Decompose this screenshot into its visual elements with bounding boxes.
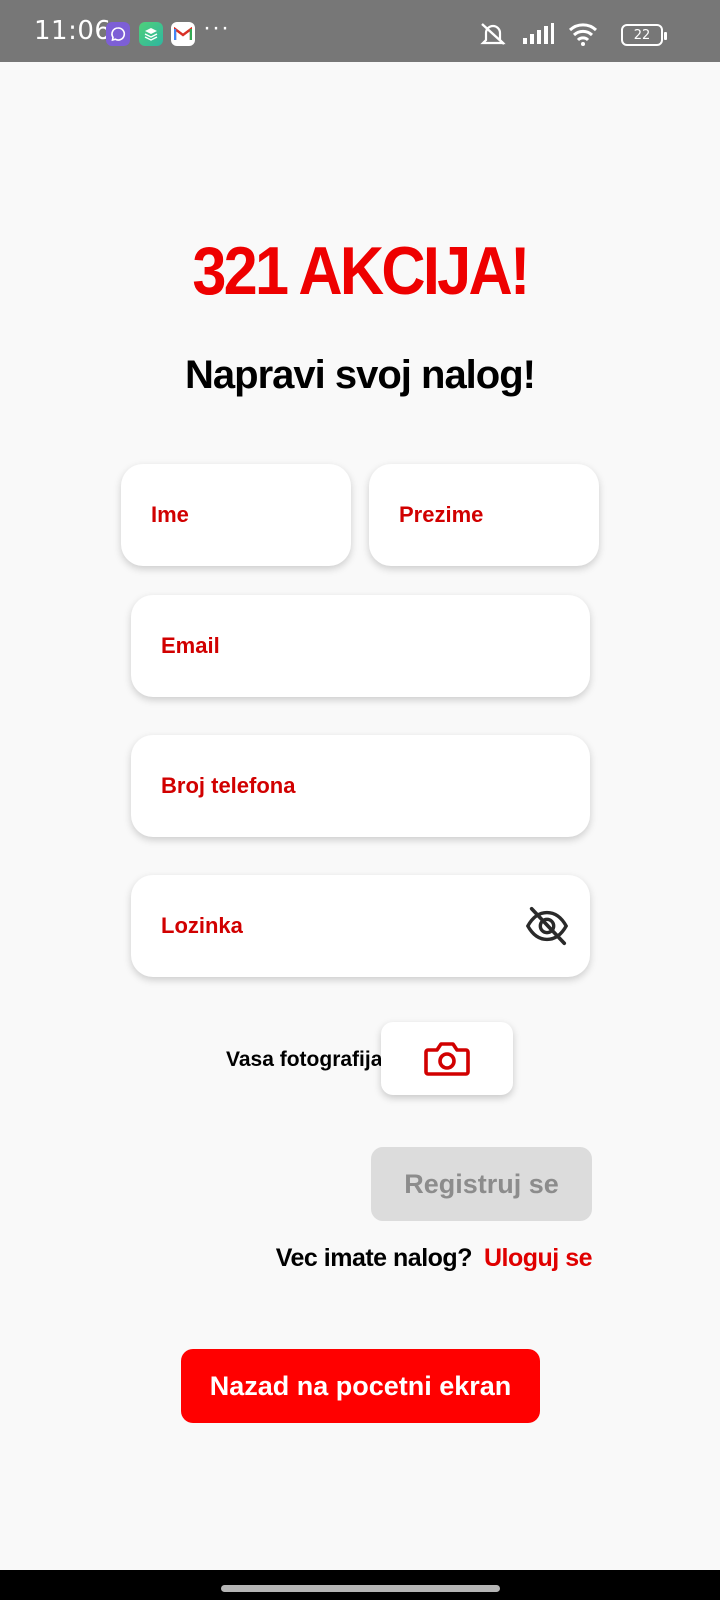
brand-title: 321 AKCIJA!: [192, 233, 530, 309]
login-question: Vec imate nalog?: [275, 1244, 473, 1272]
gmail-icon: [171, 22, 195, 46]
page-subtitle: Napravi svoj nalog!: [185, 353, 536, 397]
eye-off-icon[interactable]: [524, 903, 570, 949]
last-name-field-container: [369, 464, 599, 566]
password-field-container: [131, 875, 590, 977]
wifi-icon: [568, 23, 598, 46]
home-indicator[interactable]: [221, 1585, 500, 1592]
camera-icon: [424, 1041, 470, 1076]
login-link[interactable]: Uloguj se: [484, 1244, 593, 1273]
email-field[interactable]: [161, 633, 590, 659]
phone-field[interactable]: [161, 773, 590, 799]
photo-label: Vasa fotografija: [226, 1048, 383, 1071]
password-field[interactable]: [161, 913, 541, 939]
more-notifications-icon: ···: [203, 14, 230, 41]
status-time: 11:06: [34, 16, 112, 46]
login-row: Vec imate nalog? Uloguj se: [275, 1244, 593, 1273]
status-bar: 11:06 ··· 22: [0, 0, 720, 62]
first-name-field[interactable]: [151, 502, 351, 528]
layers-app-icon: [139, 22, 163, 46]
photo-upload-button[interactable]: [381, 1022, 513, 1095]
phone-field-container: [131, 735, 590, 837]
first-name-field-container: [121, 464, 351, 566]
battery-icon: 22: [621, 24, 667, 46]
signal-icon: [523, 23, 554, 44]
last-name-field[interactable]: [399, 502, 599, 528]
mute-icon: [480, 23, 506, 45]
register-button[interactable]: Registruj se: [371, 1147, 592, 1221]
email-field-container: [131, 595, 590, 697]
back-to-home-button[interactable]: Nazad na pocetni ekran: [181, 1349, 540, 1423]
viber-icon: [106, 22, 130, 46]
